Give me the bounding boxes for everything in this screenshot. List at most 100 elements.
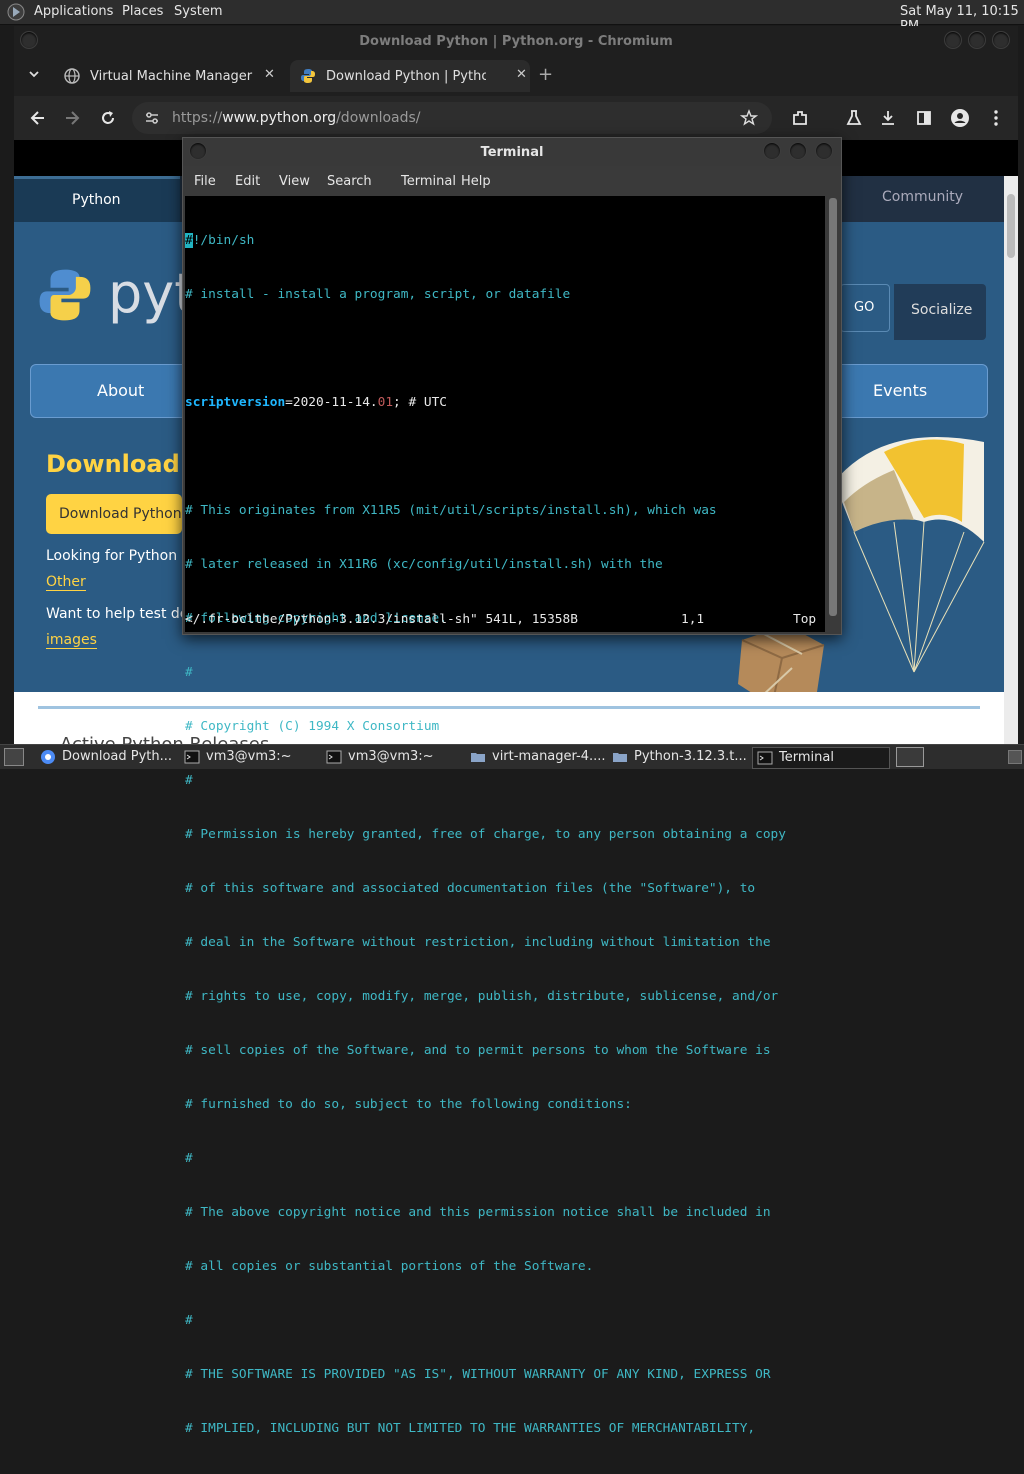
term-line: scriptversion=2020-11-14.01; # UTC bbox=[185, 394, 786, 412]
trash-icon[interactable] bbox=[1008, 750, 1022, 764]
python-favicon-icon bbox=[300, 68, 316, 84]
terminal-minimize-button[interactable] bbox=[763, 142, 781, 160]
socialize-button[interactable]: Socialize bbox=[894, 284, 986, 340]
task-terminal-vm3-2[interactable]: vm3@vm3:~ bbox=[326, 747, 460, 767]
term-line: # all copies or substantial portions of … bbox=[185, 1259, 594, 1274]
extensions-icon[interactable] bbox=[790, 108, 810, 128]
distro-logo-icon[interactable] bbox=[7, 3, 25, 21]
download-python-button[interactable]: Download Python bbox=[46, 494, 182, 534]
vim-status-line: </.fr-bclthe/Python-3.12.3/install-sh" 5… bbox=[185, 612, 825, 630]
terminal-menu-edit[interactable]: Edit bbox=[235, 174, 260, 189]
terminal-menu-file[interactable]: File bbox=[194, 174, 216, 189]
show-desktop-icon[interactable] bbox=[4, 748, 24, 766]
terminal-menu-search[interactable]: Search bbox=[327, 174, 372, 189]
profile-avatar-icon[interactable] bbox=[950, 108, 970, 128]
term-line-text: ; # UTC bbox=[393, 395, 447, 410]
terminal-titlebar[interactable]: Terminal bbox=[183, 138, 841, 166]
browser-toolbar: https://www.python.org/downloads/ bbox=[14, 96, 1018, 140]
scrollbar-thumb[interactable] bbox=[1007, 194, 1015, 258]
parachute-illustration bbox=[814, 422, 1004, 692]
reload-icon[interactable] bbox=[98, 108, 118, 128]
tab-close-icon[interactable]: ✕ bbox=[516, 67, 527, 82]
term-line: # of this software and associated docume… bbox=[185, 881, 756, 896]
term-line: # bbox=[185, 665, 193, 680]
task-label: Terminal bbox=[779, 750, 834, 765]
term-line: # Permission is hereby granted, free of … bbox=[185, 827, 786, 842]
tab-virtual-machine-manager[interactable]: Virtual Machine Manager ✕ bbox=[54, 60, 284, 92]
socialize-label: Socialize bbox=[911, 302, 973, 318]
terminal-close-button[interactable] bbox=[815, 142, 833, 160]
status-cursor-position: 1,1 bbox=[681, 612, 705, 627]
task-terminal-active[interactable]: Terminal bbox=[752, 747, 890, 769]
url-text: https://www.python.org/downloads/ bbox=[172, 110, 421, 126]
nav-events-label: Events bbox=[873, 381, 928, 400]
terminal-menu-view[interactable]: View bbox=[279, 174, 310, 189]
go-button[interactable]: GO bbox=[840, 284, 890, 332]
nav-python-label: Python bbox=[72, 192, 121, 208]
new-tab-button[interactable]: + bbox=[538, 64, 553, 85]
terminal-menu-terminal[interactable]: Terminal bbox=[401, 174, 456, 189]
menu-places[interactable]: Places bbox=[122, 4, 163, 19]
nav-about[interactable]: About bbox=[30, 364, 204, 418]
download-icon[interactable] bbox=[878, 108, 898, 128]
task-label: vm3@vm3:~ bbox=[206, 749, 292, 764]
chromium-icon bbox=[40, 749, 56, 765]
minimize-button[interactable] bbox=[944, 31, 962, 49]
nav-community[interactable]: Community bbox=[840, 176, 1004, 222]
task-download-python[interactable]: Download Pyth... bbox=[40, 747, 174, 767]
labs-flask-icon[interactable] bbox=[844, 108, 864, 128]
tab-label: Download Python | Python.or bbox=[326, 69, 486, 84]
side-panel-icon[interactable] bbox=[914, 108, 934, 128]
terminal-maximize-button[interactable] bbox=[789, 142, 807, 160]
terminal-menu-help[interactable]: Help bbox=[461, 174, 491, 189]
other-link[interactable]: Other bbox=[46, 574, 86, 591]
terminal-icon bbox=[184, 749, 200, 765]
kebab-menu-icon[interactable] bbox=[986, 108, 1006, 128]
close-window-button[interactable] bbox=[992, 31, 1010, 49]
globe-icon bbox=[64, 68, 80, 84]
python-logo-icon[interactable] bbox=[36, 266, 94, 324]
tab-search-chevron-icon[interactable] bbox=[26, 66, 42, 82]
term-line: # furnished to do so, subject to the fol… bbox=[185, 1097, 632, 1112]
term-line-text: =2020-11-14. bbox=[285, 395, 378, 410]
menu-applications[interactable]: Applications bbox=[34, 4, 113, 19]
terminal-buffer[interactable]: # !/bin/sh # install - install a program,… bbox=[185, 196, 825, 1436]
window-titlebar[interactable]: Download Python | Python.org - Chromium bbox=[14, 26, 1018, 56]
download-heading: Download t bbox=[46, 450, 200, 478]
term-line-text: !/bin/sh bbox=[192, 233, 255, 248]
maximize-button[interactable] bbox=[968, 31, 986, 49]
forward-arrow-icon[interactable] bbox=[62, 108, 82, 128]
terminal-scrollbar-thumb[interactable] bbox=[829, 198, 837, 616]
task-python-archive[interactable]: Python-3.12.3.t... bbox=[612, 747, 747, 767]
bookmark-star-icon[interactable] bbox=[740, 109, 758, 127]
term-line: # install - install a program, script, o… bbox=[185, 287, 571, 302]
terminal-scrollbar[interactable] bbox=[827, 196, 839, 632]
nav-community-label: Community bbox=[882, 189, 964, 205]
back-arrow-icon[interactable] bbox=[28, 108, 48, 128]
terminal-text: # !/bin/sh # install - install a program,… bbox=[185, 196, 786, 1474]
bottom-taskbar: Download Pyth... vm3@vm3:~ vm3@vm3:~ vir… bbox=[0, 744, 1024, 769]
address-bar[interactable]: https://www.python.org/downloads/ bbox=[132, 102, 772, 134]
term-line: # bbox=[185, 773, 193, 788]
term-line: # bbox=[185, 1151, 193, 1166]
term-line: # THE SOFTWARE IS PROVIDED "AS IS", WITH… bbox=[185, 1367, 771, 1382]
menu-system[interactable]: System bbox=[174, 4, 222, 19]
term-keyword: scriptversion bbox=[185, 395, 286, 410]
tab-download-python[interactable]: Download Python | Python.or ✕ bbox=[290, 60, 530, 92]
task-terminal-vm3-1[interactable]: vm3@vm3:~ bbox=[184, 747, 318, 767]
task-virt-manager[interactable]: virt-manager-4.... bbox=[470, 747, 606, 767]
page-scrollbar[interactable] bbox=[1004, 176, 1018, 746]
nav-python[interactable]: Python bbox=[14, 176, 180, 225]
images-link[interactable]: images bbox=[46, 632, 97, 649]
term-line: # bbox=[185, 1313, 193, 1328]
terminal-icon bbox=[757, 750, 773, 766]
term-line: # rights to use, copy, modify, merge, pu… bbox=[185, 989, 779, 1004]
term-line: # sell copies of the Software, and to pe… bbox=[185, 1043, 771, 1058]
workspace-switcher[interactable] bbox=[896, 747, 924, 767]
task-label: virt-manager-4.... bbox=[492, 749, 606, 764]
nav-events[interactable]: Events bbox=[840, 364, 988, 418]
go-label: GO bbox=[854, 300, 875, 315]
site-settings-icon[interactable] bbox=[144, 110, 160, 126]
tab-close-icon[interactable]: ✕ bbox=[264, 67, 275, 82]
terminal-title: Terminal bbox=[480, 145, 544, 160]
